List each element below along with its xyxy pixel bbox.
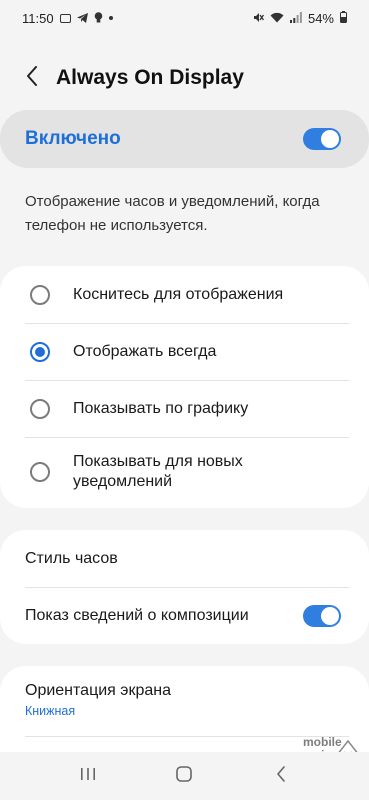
- gallery-icon: [59, 13, 71, 23]
- recents-button[interactable]: [68, 756, 108, 796]
- radio-option-new-notifications[interactable]: Показывать для новых уведомлений: [0, 437, 369, 507]
- radio-label: Показывать по графику: [73, 399, 249, 417]
- radio-option-tap[interactable]: Коснитесь для отображения: [0, 266, 369, 323]
- status-left: 11:50: [22, 11, 113, 26]
- wifi-icon: [270, 11, 284, 26]
- battery-percent: 54%: [307, 10, 334, 26]
- back-nav-icon: [276, 765, 286, 787]
- radio-button[interactable]: [30, 398, 50, 419]
- description-text: Отображение часов и уведомлений, когда т…: [25, 193, 320, 234]
- orientation-row[interactable]: Ориентация экрана Книжная: [0, 666, 369, 718]
- status-right: 54%: [253, 10, 347, 26]
- page-title: Always On Display: [56, 66, 244, 89]
- mute-icon: [253, 11, 265, 26]
- radio-button[interactable]: [30, 284, 50, 305]
- header: Always On Display: [0, 52, 369, 104]
- music-info-row[interactable]: Показ сведений о композиции: [0, 587, 369, 644]
- divider: [25, 736, 349, 737]
- radio-option-always[interactable]: Отображать всегда: [0, 323, 369, 380]
- telegram-icon: [76, 11, 88, 26]
- toggle-knob: [321, 130, 339, 148]
- orientation-value: Книжная: [25, 704, 76, 718]
- home-button[interactable]: [164, 756, 204, 796]
- battery-icon: [340, 10, 347, 26]
- back-button[interactable]: [0, 52, 64, 104]
- radio-option-schedule[interactable]: Показывать по графику: [0, 380, 369, 437]
- orientation-title: Ориентация экрана: [25, 682, 171, 699]
- master-toggle[interactable]: [303, 128, 341, 150]
- radio-label: Показывать для новых уведомлений: [73, 453, 243, 490]
- clock-style-row[interactable]: Стиль часов: [0, 530, 369, 587]
- master-switch-label: Включено: [25, 128, 121, 149]
- back-nav-button[interactable]: [261, 756, 301, 796]
- clock-style-label: Стиль часов: [25, 549, 118, 567]
- music-info-label: Показ сведений о композиции: [25, 606, 249, 624]
- home-icon: [176, 765, 193, 787]
- recents-icon: [80, 767, 96, 786]
- navigation-bar: [0, 752, 369, 800]
- clock-settings-card: Стиль часов Показ сведений о композиции: [0, 530, 369, 644]
- music-info-toggle[interactable]: [303, 604, 341, 627]
- lightbulb-icon: [94, 11, 103, 26]
- radio-label: Отображать всегда: [73, 342, 217, 360]
- back-arrow-icon: [26, 65, 38, 91]
- dot-icon: [108, 16, 113, 20]
- display-mode-card: Коснитесь для отображения Отображать все…: [0, 266, 369, 508]
- master-switch-row[interactable]: Включено: [0, 110, 369, 168]
- radio-button[interactable]: [30, 462, 50, 482]
- status-time: 11:50: [22, 10, 54, 26]
- signal-icon: [289, 11, 302, 26]
- toggle-knob: [321, 606, 339, 625]
- radio-label: Коснитесь для отображения: [73, 285, 284, 303]
- status-bar: 11:50 54%: [0, 0, 369, 36]
- radio-button-selected[interactable]: [30, 341, 50, 362]
